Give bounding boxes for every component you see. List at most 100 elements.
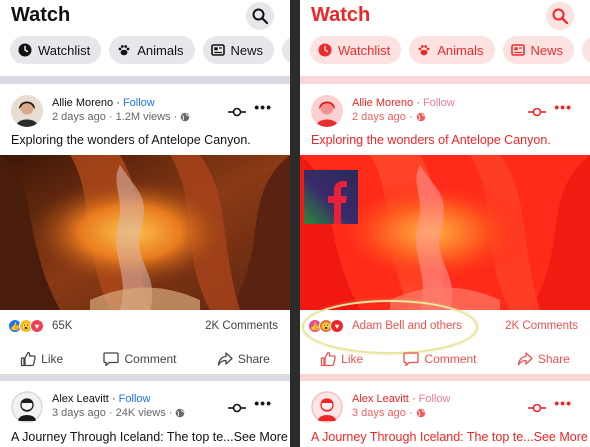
post-meta-text: 3 days ago · xyxy=(352,407,413,419)
chip-label: Watchlist xyxy=(38,42,91,58)
follow-link[interactable]: Follow xyxy=(119,393,151,405)
chip-settings[interactable] xyxy=(282,36,290,64)
post-meta-text: 2 days ago · xyxy=(352,111,413,123)
chip-news[interactable]: News xyxy=(202,36,275,64)
pin-icon[interactable] xyxy=(528,104,546,122)
follow-link[interactable]: Follow xyxy=(419,393,451,405)
dot-separator: · xyxy=(416,97,423,109)
post-meta: 3 days ago · 24K views · xyxy=(52,407,185,419)
search-icon xyxy=(252,8,268,24)
globe-icon xyxy=(416,112,425,122)
page-title: Watch xyxy=(311,4,371,26)
more-options-icon[interactable]: ••• xyxy=(554,395,572,411)
post-caption-text: A Journey Through Iceland: The top te... xyxy=(311,430,534,444)
like-button[interactable]: Like xyxy=(20,351,63,367)
post-header: Alex Leavitt · Follow 3 days ago · 24K v… xyxy=(0,388,290,424)
post-meta-text: 3 days ago · 24K views · xyxy=(52,407,173,419)
chip-label: Animals xyxy=(137,42,184,58)
chip-watchlist[interactable]: Watchlist xyxy=(10,36,102,64)
share-button[interactable]: Share xyxy=(517,351,570,367)
follow-link[interactable]: Follow xyxy=(423,97,455,109)
author-name[interactable]: Alex Leavitt xyxy=(52,393,109,405)
post-meta: 2 days ago · xyxy=(352,111,426,123)
category-chips: Watchlist Animals News xyxy=(10,36,290,66)
avatar[interactable] xyxy=(311,95,343,127)
more-options-icon[interactable]: ••• xyxy=(254,99,272,115)
chip-watchlist[interactable]: Watchlist xyxy=(310,36,402,64)
post-author: Allie Moreno · Follow xyxy=(52,97,155,109)
chip-label: Animals xyxy=(437,42,484,58)
chip-label: News xyxy=(230,42,264,58)
news-icon xyxy=(510,43,525,57)
avatar[interactable] xyxy=(11,95,43,127)
post-author: Allie Moreno · Follow xyxy=(352,97,455,109)
thumbs-up-icon xyxy=(21,351,36,367)
chip-news[interactable]: News xyxy=(502,36,575,64)
avatar[interactable] xyxy=(311,391,343,423)
chip-label: Watchlist xyxy=(338,42,391,58)
post-caption: A Journey Through Iceland: The top te...… xyxy=(11,430,288,444)
comment-label: Comment xyxy=(424,352,477,366)
post-author: Alex Leavitt · Follow xyxy=(52,393,150,405)
share-button[interactable]: Share xyxy=(217,351,270,367)
chip-settings[interactable] xyxy=(582,36,590,64)
watch-panel-original: Watch Watchlist Animals News Allie Moren… xyxy=(0,0,290,447)
section-separator xyxy=(0,76,290,84)
paw-icon xyxy=(417,43,431,57)
page-title: Watch xyxy=(11,4,71,26)
more-options-icon[interactable]: ••• xyxy=(254,395,272,411)
dot-separator: · xyxy=(111,393,119,405)
author-name[interactable]: Allie Moreno xyxy=(352,97,413,109)
pin-icon[interactable] xyxy=(228,400,246,418)
section-separator xyxy=(300,76,590,84)
see-more-link[interactable]: See More xyxy=(534,430,588,444)
comment-button[interactable]: Comment xyxy=(403,351,477,367)
chip-animals[interactable]: Animals xyxy=(409,36,495,64)
reaction-stats: 👍 😮 ♥ 65K 2K Comments xyxy=(0,316,290,338)
share-label: Share xyxy=(537,352,570,366)
reaction-count[interactable]: 65K xyxy=(52,320,72,332)
paw-icon xyxy=(117,43,131,57)
pin-icon[interactable] xyxy=(228,104,246,122)
follow-link[interactable]: Follow xyxy=(123,97,155,109)
post-caption: Exploring the wonders of Antelope Canyon… xyxy=(311,133,551,147)
post-meta-text: 2 days ago · 1.2M views · xyxy=(52,111,178,123)
panel-divider xyxy=(290,0,300,447)
author-name[interactable]: Alex Leavitt xyxy=(352,393,409,405)
like-button[interactable]: Like xyxy=(320,351,363,367)
share-icon xyxy=(517,352,533,366)
author-name[interactable]: Allie Moreno xyxy=(52,97,113,109)
post-header: Allie Moreno · Follow 2 days ago · ••• xyxy=(300,92,590,128)
search-button[interactable] xyxy=(546,2,574,30)
like-label: Like xyxy=(41,352,64,366)
post-caption-text: A Journey Through Iceland: The top te... xyxy=(11,430,234,444)
clock-icon xyxy=(18,43,32,57)
reaction-icons[interactable]: 👍 😮 ♥ xyxy=(8,319,44,333)
category-chips: Watchlist Animals News xyxy=(310,36,590,66)
avatar[interactable] xyxy=(11,391,43,423)
top-bar: Watch xyxy=(0,0,290,32)
share-label: Share xyxy=(237,352,270,366)
thumbs-up-icon xyxy=(321,351,336,367)
search-button[interactable] xyxy=(246,2,274,30)
post-header: Alex Leavitt · Follow 3 days ago · ••• xyxy=(300,388,590,424)
more-options-icon[interactable]: ••• xyxy=(554,99,572,115)
chip-label: News xyxy=(530,42,564,58)
globe-icon xyxy=(181,112,190,122)
top-bar: Watch xyxy=(300,0,590,32)
dot-separator: · xyxy=(116,97,123,109)
pin-icon[interactable] xyxy=(528,400,546,418)
see-more-link[interactable]: See More xyxy=(234,430,288,444)
chip-animals[interactable]: Animals xyxy=(109,36,195,64)
love-reaction-icon: ♥ xyxy=(30,319,44,333)
comment-count[interactable]: 2K Comments xyxy=(205,320,278,332)
facebook-logo-icon xyxy=(304,170,358,224)
comment-count[interactable]: 2K Comments xyxy=(505,320,578,332)
post-header: Allie Moreno · Follow 2 days ago · 1.2M … xyxy=(0,92,290,128)
section-separator xyxy=(300,374,590,381)
comment-icon xyxy=(403,352,420,367)
post-video-thumbnail[interactable] xyxy=(0,155,290,310)
post-meta: 3 days ago · xyxy=(352,407,426,419)
comment-button[interactable]: Comment xyxy=(103,351,177,367)
post-actions: Like Comment Share xyxy=(0,346,290,372)
